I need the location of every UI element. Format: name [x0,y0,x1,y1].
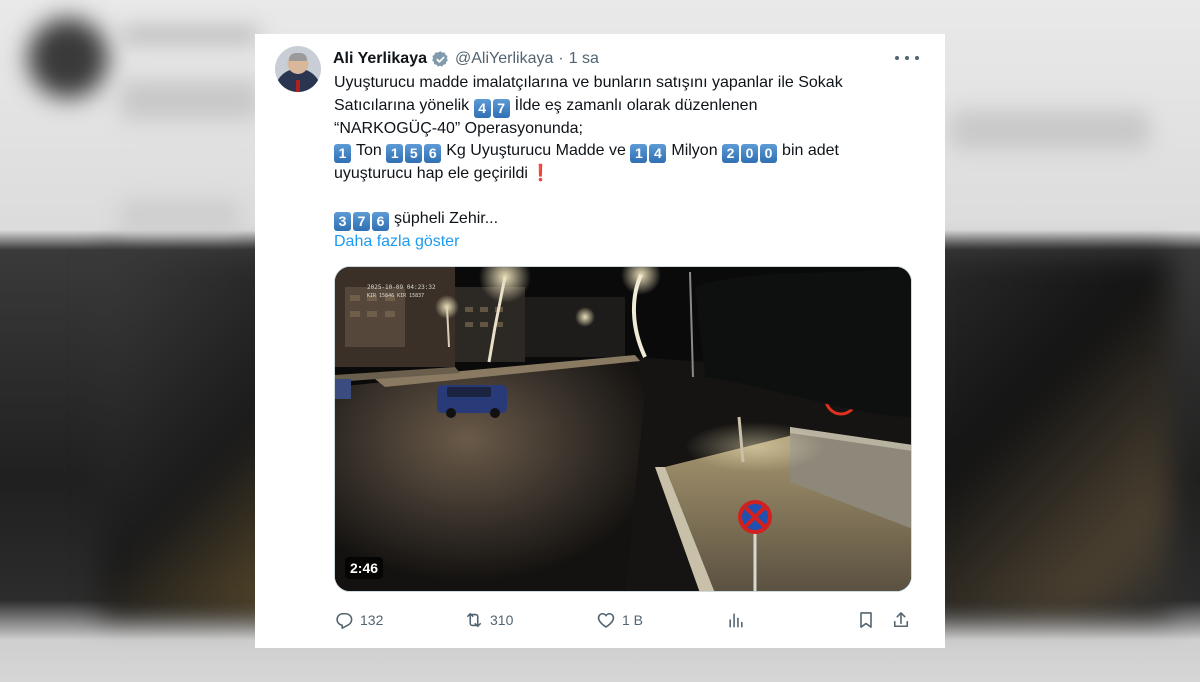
keycap-digit: 4 [649,144,667,164]
more-icon[interactable] [895,48,919,68]
views-icon [729,613,743,628]
keycap-digit: 6 [424,144,442,164]
bookmark-button[interactable] [856,608,876,632]
reply-icon [336,612,353,629]
text-line: Daha fazla göster [334,231,924,254]
video-duration: 2:46 [345,557,384,579]
action-bar: 132 310 1 B [334,608,914,632]
text-line: 3 7 6 şüpheli Zehir... [334,208,924,231]
text-line: uyuşturucu hap ele geçirildi ❗ [334,165,551,183]
like-button[interactable]: 1 B [596,608,643,632]
keycap-digit: 1 [386,144,404,164]
tweet-time[interactable]: 1 sa [569,50,599,68]
author-avatar[interactable] [275,46,321,92]
tweet-text: Uyuşturucu madde imalatçılarına ve bunla… [334,72,924,253]
reply-count: 132 [360,612,384,628]
tweet-card[interactable]: Ali Yerlikaya @AliYerlikaya · 1 sa Uyuşt… [255,34,945,648]
repost-count: 310 [490,612,514,628]
keycap-digit: 7 [353,211,370,231]
keycap-digit: 1 [334,144,351,164]
keycap-digit: 7 [492,98,510,118]
video-stamp-1: 2025-10-09 04:23:32 [367,284,436,291]
keycap-digit: 1 [630,144,648,164]
show-more-link[interactable]: Daha fazla göster [334,233,459,250]
text-line: “NARKOGÜÇ-40” Operasyonunda; [334,119,583,137]
text-line: Satıcılarına yönelik 4 7 İlde eş zamanlı o… [334,96,758,118]
author-name[interactable]: Ali Yerlikaya [333,50,427,68]
author-handle[interactable]: @AliYerlikaya [455,50,553,68]
share-button[interactable] [891,608,911,632]
video-stamp-2: KIR 15846 KIR 15837 [367,293,424,299]
blurred-image [100,255,280,615]
text-line: 1 Ton 1 5 6 Kg Uyuşturucu Madde ve 1 4 Milyon … [334,140,924,164]
reply-button[interactable]: 132 [334,608,383,632]
share-icon [893,612,909,628]
blurred-bar [950,110,1150,150]
views-button[interactable] [726,608,746,632]
like-icon [597,612,615,628]
repost-button[interactable]: 310 [464,608,513,632]
separator: · [558,50,564,67]
verified-badge-icon [432,50,448,67]
keycap-digit: 3 [334,211,351,231]
keycap-digit: 4 [473,98,491,118]
video-player[interactable]: 2025-10-09 04:23:32 KIR 15846 KIR 15837 … [334,266,912,592]
blurred-bar [120,200,240,230]
text-line: Uyuşturucu madde imalatçılarına ve bunla… [334,74,843,91]
keycap-digit: 6 [372,211,389,231]
keycap-digit: 5 [405,144,423,164]
keycap-digit: 0 [760,144,778,164]
tweet-header: Ali Yerlikaya @AliYerlikaya · 1 sa [333,48,599,70]
blurred-bar [120,26,260,44]
keycap-digit: 0 [741,144,759,164]
blurred-avatar [28,18,108,98]
blurred-image [930,255,1170,615]
keycap-digit: 2 [722,144,740,164]
like-count: 1 B [622,612,644,628]
video-frame: 2025-10-09 04:23:32 KIR 15846 KIR 15837 [335,267,911,591]
blurred-bar [120,80,260,120]
exclamation-icon: ❗ [530,165,551,183]
bookmark-icon [860,612,872,628]
repost-icon [466,612,482,628]
